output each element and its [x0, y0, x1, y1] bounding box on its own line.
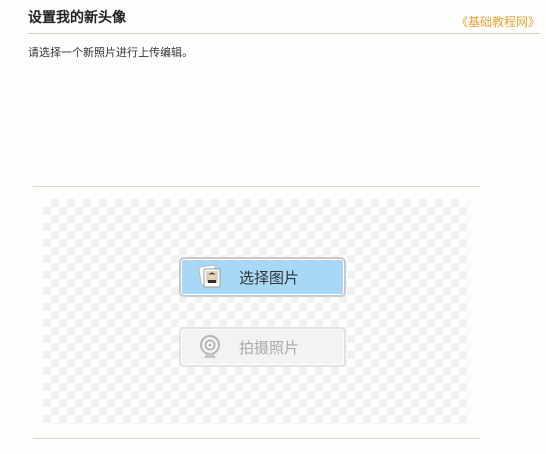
avatar-canvas-area: 选择图片 拍摄照片 — [43, 199, 468, 424]
select-image-button[interactable]: 选择图片 — [179, 257, 346, 297]
site-watermark: 《基础教程网》 — [455, 15, 540, 29]
bottom-divider — [33, 438, 480, 439]
page-title: 设置我的新头像 — [28, 10, 126, 26]
top-divider — [33, 186, 480, 187]
instructions-text: 请选择一个新照片进行上传编辑。 — [28, 46, 193, 59]
select-image-label: 选择图片 — [239, 268, 300, 287]
webcam-icon — [197, 334, 223, 360]
title-divider — [28, 33, 540, 34]
photos-icon — [197, 264, 223, 290]
take-photo-label: 拍摄照片 — [239, 338, 300, 357]
take-photo-button[interactable]: 拍摄照片 — [179, 327, 346, 367]
avatar-upload-panel: 设置我的新头像 《基础教程网》 请选择一个新照片进行上传编辑。 选择图片 拍摄照… — [0, 0, 546, 454]
